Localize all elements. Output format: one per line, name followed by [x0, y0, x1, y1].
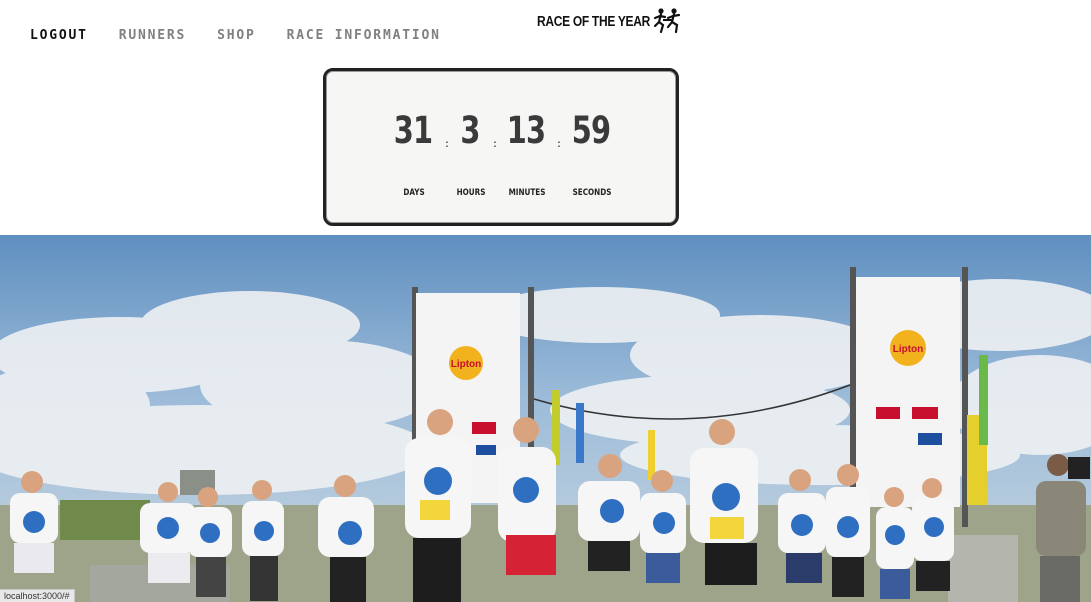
- nav-logout[interactable]: LOGOUT: [30, 28, 88, 43]
- main-nav: LOGOUT RUNNERS SHOP RACE INFORMATION: [30, 27, 472, 43]
- days-value: 31: [393, 109, 433, 152]
- status-bar-url: localhost:3000/#: [0, 589, 75, 602]
- hours-label: HOURS: [456, 188, 486, 198]
- countdown-seconds: 59: [556, 109, 626, 153]
- seconds-label: SECONDS: [572, 188, 612, 198]
- hours-value: 3: [460, 109, 480, 152]
- days-label: DAYS: [403, 188, 425, 198]
- nav-shop[interactable]: SHOP: [217, 28, 256, 43]
- banner-brand-left: Lipton: [451, 359, 482, 370]
- logo-text: RACE OF THE YEAR: [537, 12, 650, 30]
- site-logo[interactable]: RACE OF THE YEAR: [537, 6, 684, 36]
- nav-race-information[interactable]: RACE INFORMATION: [287, 28, 441, 43]
- nav-runners[interactable]: RUNNERS: [119, 28, 186, 43]
- minutes-label: MINUTES: [508, 188, 546, 198]
- hero-image: Lipton Lipton: [0, 235, 1091, 602]
- countdown-minutes: 13: [491, 109, 561, 153]
- seconds-value: 59: [571, 109, 611, 152]
- banner-brand-right: Lipton: [893, 344, 924, 355]
- minutes-value: 13: [506, 109, 546, 152]
- runners-start-photo: Lipton Lipton: [0, 235, 1091, 602]
- runners-icon: [653, 8, 681, 34]
- countdown-timer: 31 : 3 : 13 : 59 DAYS HOURS MINUTES SECO…: [323, 68, 679, 226]
